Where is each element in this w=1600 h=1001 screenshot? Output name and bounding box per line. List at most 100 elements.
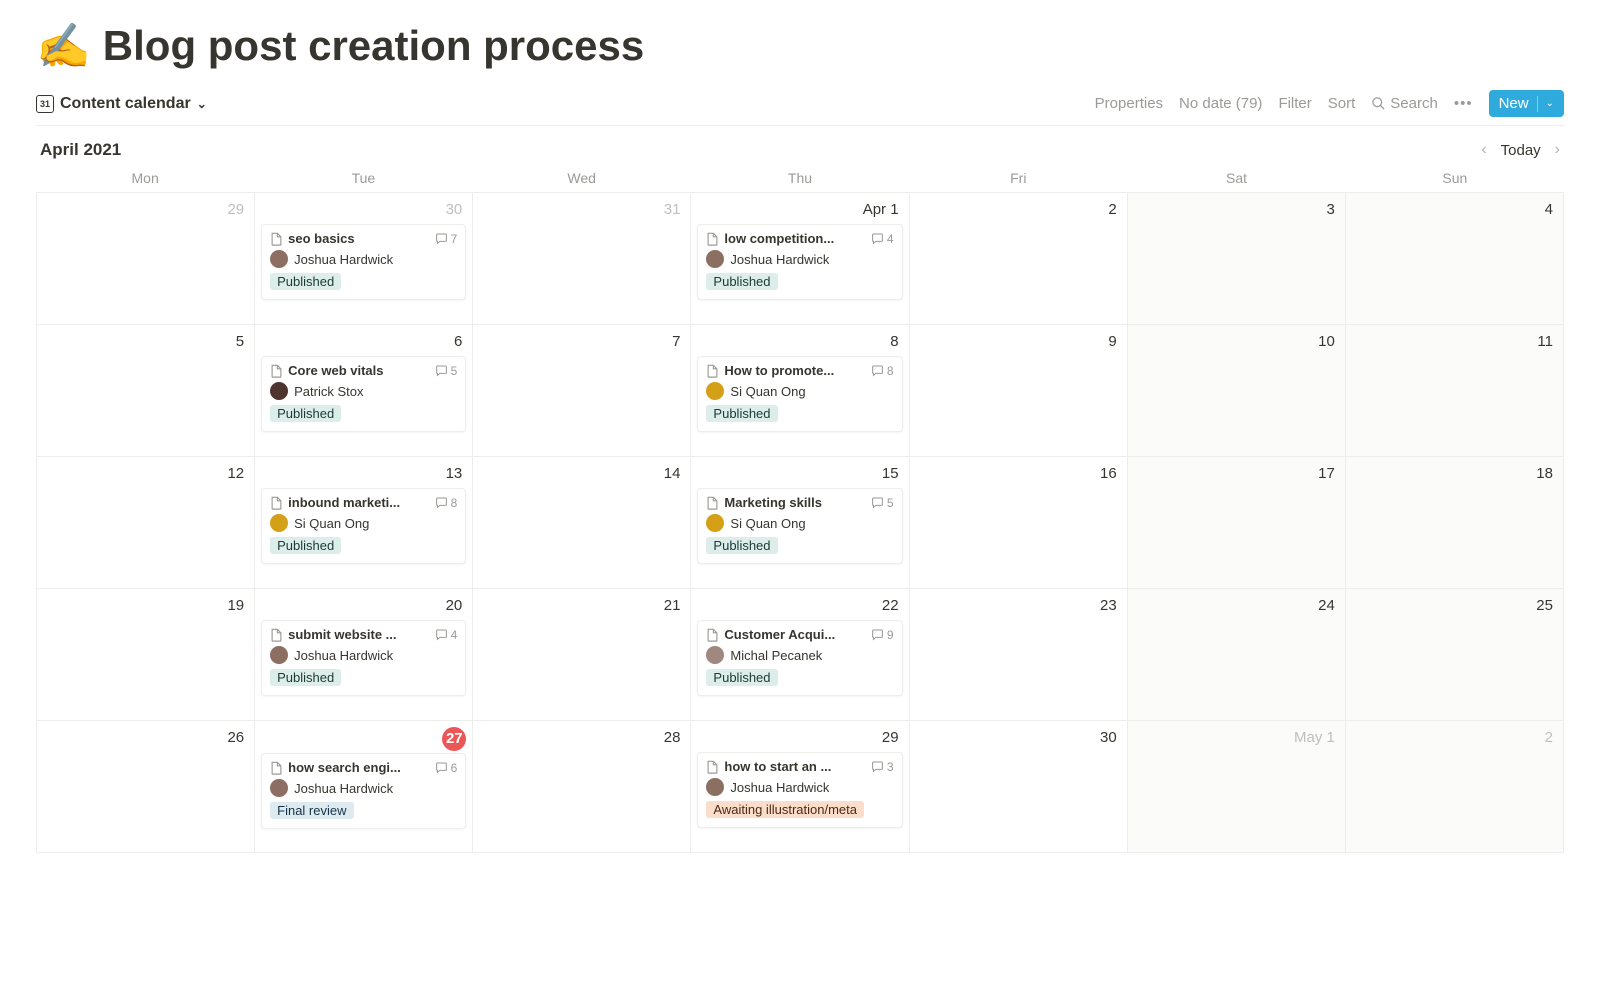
date-number: 18 [1352,463,1557,486]
day-cell[interactable]: 16 [910,457,1128,589]
day-cell[interactable]: 12 [37,457,255,589]
event-card[interactable]: seo basics7Joshua HardwickPublished [261,224,466,300]
day-cell[interactable]: 31 [473,193,691,325]
event-card[interactable]: how search engi...6Joshua HardwickFinal … [261,753,466,829]
event-card[interactable]: how to start an ...3Joshua HardwickAwait… [697,752,902,828]
day-cell[interactable]: 9 [910,325,1128,457]
document-icon [270,628,283,642]
day-cell[interactable]: 6Core web vitals5Patrick StoxPublished [255,325,473,457]
card-title: Marketing skills [724,495,822,510]
comment-count: 6 [451,761,458,775]
document-icon [706,364,719,378]
event-card[interactable]: Marketing skills5Si Quan OngPublished [697,488,902,564]
day-cell[interactable]: 11 [1346,325,1564,457]
date-number: 15 [697,463,902,486]
view-selector[interactable]: 31 Content calendar ⌄ [36,95,207,113]
day-cell[interactable]: 30seo basics7Joshua HardwickPublished [255,193,473,325]
author-name: Si Quan Ong [730,384,805,399]
event-card[interactable]: submit website ...4Joshua HardwickPublis… [261,620,466,696]
comment-icon [871,232,884,245]
day-cell[interactable]: 25 [1346,589,1564,721]
day-cell[interactable]: 5 [37,325,255,457]
day-cell[interactable]: 21 [473,589,691,721]
day-cell[interactable]: 3 [1128,193,1346,325]
date-number: 22 [697,595,902,618]
today-button[interactable]: Today [1501,142,1541,159]
day-cell[interactable]: 26 [37,721,255,853]
event-card[interactable]: low competition...4Joshua HardwickPublis… [697,224,902,300]
date-number: 24 [1134,595,1339,618]
card-title: Core web vitals [288,363,383,378]
comment-badge: 5 [435,364,458,378]
date-number: 8 [697,331,902,354]
day-cell[interactable]: 19 [37,589,255,721]
date-number: 21 [479,595,684,618]
card-title-row: submit website ...4 [270,627,457,642]
day-cell[interactable]: 28 [473,721,691,853]
day-cell[interactable]: 18 [1346,457,1564,589]
comment-badge: 6 [435,761,458,775]
day-cell[interactable]: 15Marketing skills5Si Quan OngPublished [691,457,909,589]
day-cell[interactable]: 30 [910,721,1128,853]
date-number: 17 [1134,463,1339,486]
search-action[interactable]: Search [1371,95,1438,112]
date-number: 20 [261,595,466,618]
event-card[interactable]: inbound marketi...8Si Quan OngPublished [261,488,466,564]
page-icon[interactable]: ✍️ [36,20,91,72]
date-number: 27 [442,727,466,751]
more-icon[interactable]: ••• [1454,95,1473,112]
day-cell[interactable]: 14 [473,457,691,589]
card-title: seo basics [288,231,355,246]
page-title[interactable]: Blog post creation process [103,22,644,70]
prev-month-button[interactable]: ‹ [1481,141,1486,159]
card-title: How to promote... [724,363,834,378]
day-cell[interactable]: 20submit website ...4Joshua HardwickPubl… [255,589,473,721]
day-cell[interactable]: 2 [910,193,1128,325]
week-row: 2627how search engi...6Joshua HardwickFi… [37,721,1564,853]
day-cell[interactable]: 17 [1128,457,1346,589]
document-icon [270,496,283,510]
status-tag: Published [270,405,341,422]
sort-action[interactable]: Sort [1328,95,1356,112]
day-cell[interactable]: 7 [473,325,691,457]
comment-count: 4 [887,232,894,246]
comment-badge: 8 [871,364,894,378]
comment-badge: 3 [871,760,894,774]
day-cell[interactable]: 23 [910,589,1128,721]
month-label: April 2021 [40,140,121,160]
filter-action[interactable]: Filter [1278,95,1311,112]
event-card[interactable]: How to promote...8Si Quan OngPublished [697,356,902,432]
comment-badge: 9 [871,628,894,642]
new-button[interactable]: New ⌄ [1489,90,1564,117]
day-cell[interactable]: 10 [1128,325,1346,457]
date-number: 3 [1134,199,1339,222]
day-cell[interactable]: 8How to promote...8Si Quan OngPublished [691,325,909,457]
comment-icon [435,496,448,509]
event-card[interactable]: Core web vitals5Patrick StoxPublished [261,356,466,432]
day-cell[interactable]: 24 [1128,589,1346,721]
card-title: Customer Acqui... [724,627,835,642]
comment-badge: 4 [435,628,458,642]
properties-action[interactable]: Properties [1095,95,1163,112]
avatar [270,646,288,664]
day-cell[interactable]: 4 [1346,193,1564,325]
new-label: New [1499,95,1529,112]
weekday-label: Thu [691,170,909,186]
author-row: Michal Pecanek [706,646,893,664]
next-month-button[interactable]: › [1555,141,1560,159]
author-row: Joshua Hardwick [270,250,457,268]
no-date-action[interactable]: No date (79) [1179,95,1262,112]
day-cell[interactable]: 27how search engi...6Joshua HardwickFina… [255,721,473,853]
day-cell[interactable]: 22Customer Acqui...9Michal PecanekPublis… [691,589,909,721]
card-title: how to start an ... [724,759,831,774]
event-card[interactable]: Customer Acqui...9Michal PecanekPublishe… [697,620,902,696]
card-title-row: Core web vitals 5 [270,363,457,378]
day-cell[interactable]: 13inbound marketi...8Si Quan OngPublishe… [255,457,473,589]
author-name: Joshua Hardwick [730,252,829,267]
day-cell[interactable]: Apr 1low competition...4Joshua HardwickP… [691,193,909,325]
day-cell[interactable]: May 1 [1128,721,1346,853]
day-cell[interactable]: 2 [1346,721,1564,853]
day-cell[interactable]: 29how to start an ...3Joshua HardwickAwa… [691,721,909,853]
comment-badge: 7 [435,232,458,246]
day-cell[interactable]: 29 [37,193,255,325]
